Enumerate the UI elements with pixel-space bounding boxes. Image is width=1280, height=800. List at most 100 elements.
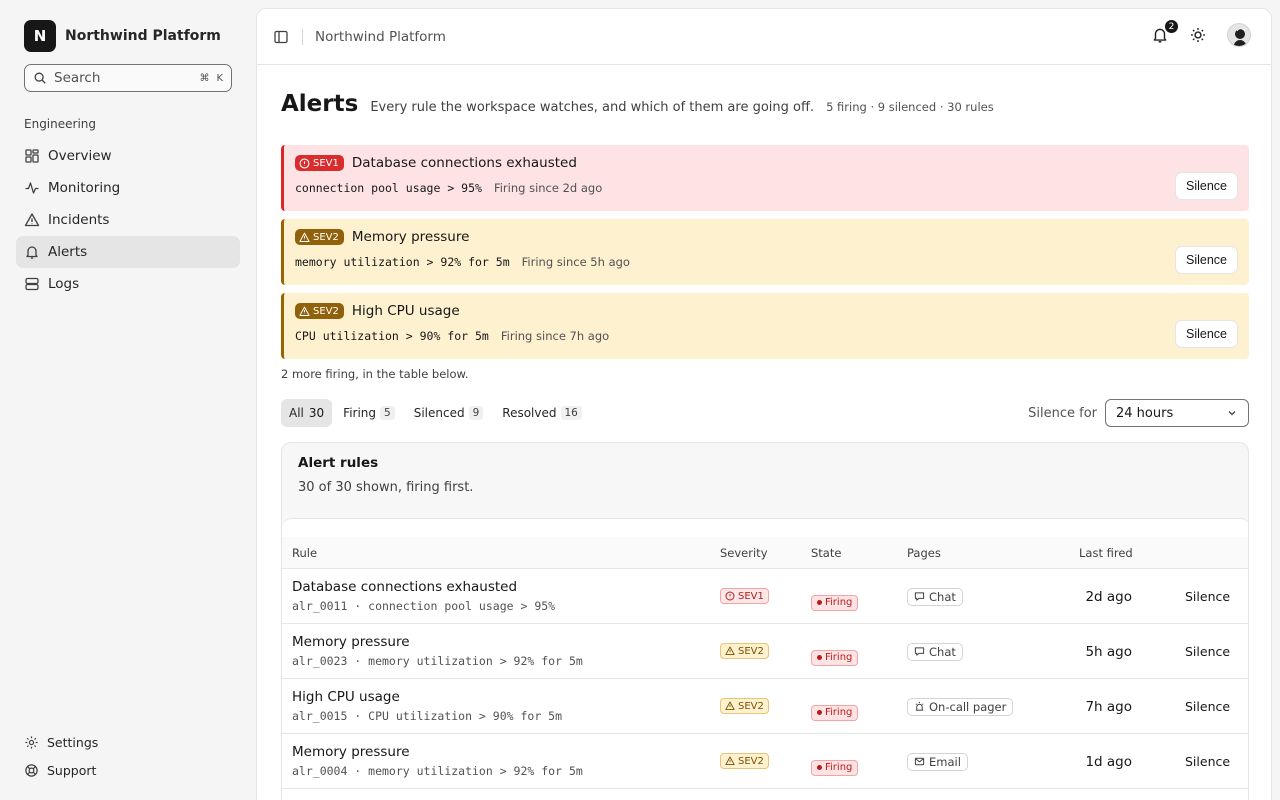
- sidebar-item-label: Logs: [48, 276, 80, 292]
- search-placeholder: Search: [54, 70, 101, 86]
- state-dot: [817, 710, 822, 715]
- table-row[interactable]: Database connections exhausted alr_0011 …: [282, 569, 1248, 624]
- lifebuoy-icon: [24, 763, 39, 778]
- sidebar-item-label: Alerts: [48, 244, 88, 260]
- warning-triangle-icon: [299, 232, 310, 242]
- silence-button[interactable]: Silence: [1185, 589, 1230, 604]
- pages-channel-badge: On-call pager: [907, 697, 1014, 716]
- page-description: Every rule the workspace watches, and wh…: [370, 100, 815, 115]
- tab-count: 9: [468, 406, 484, 420]
- filter-tabs: All 30 Firing 5 Silenced 9 Resolved 16: [281, 399, 593, 427]
- tab-count: 16: [560, 406, 582, 420]
- tab-all[interactable]: All 30: [281, 399, 333, 427]
- sidebar-item-incidents[interactable]: Incidents: [16, 204, 240, 236]
- tab-label: Firing: [343, 406, 377, 420]
- page-title: Alerts: [281, 91, 359, 117]
- table-row[interactable]: Memory pressure alr_0023 · memory utiliz…: [282, 624, 1248, 679]
- workspace-brand[interactable]: N Northwind Platform: [24, 20, 221, 52]
- rule-name[interactable]: Memory pressure: [292, 744, 583, 760]
- column-header-severity[interactable]: Severity: [720, 546, 768, 560]
- notifications-button[interactable]: 2: [1151, 19, 1179, 44]
- alert-circle-icon: [725, 591, 735, 601]
- sidebar-item-logs[interactable]: Logs: [16, 268, 240, 300]
- mail-icon: [914, 757, 925, 766]
- card-subtitle: 30 of 30 shown, firing first.: [298, 480, 474, 495]
- theme-toggle-button[interactable]: [1189, 26, 1207, 44]
- alert-rules-table: Rule Severity State Pages Last fired Dat…: [282, 518, 1248, 800]
- bell-icon: [24, 244, 40, 260]
- rule-name[interactable]: Database connections exhausted: [292, 579, 555, 595]
- column-header-pages[interactable]: Pages: [907, 546, 941, 560]
- silence-duration-select[interactable]: 24 hours: [1105, 399, 1249, 427]
- select-value: 24 hours: [1116, 405, 1174, 421]
- tab-silenced[interactable]: Silenced 9: [406, 399, 492, 427]
- severity-badge: SEV2: [720, 643, 769, 659]
- state-label: Firing: [825, 652, 853, 663]
- severity-badge: SEV2: [720, 753, 769, 769]
- silence-button[interactable]: Silence: [1185, 754, 1230, 769]
- tab-resolved[interactable]: Resolved 16: [494, 399, 590, 427]
- more-firing-note: 2 more firing, in the table below.: [281, 367, 469, 381]
- firing-alert-banner: SEV2 Memory pressure memory utilization …: [281, 219, 1249, 285]
- sidebar-item-settings[interactable]: Settings: [16, 728, 240, 756]
- last-fired: 2d ago: [1085, 589, 1132, 605]
- breadcrumb[interactable]: Northwind Platform: [315, 29, 446, 45]
- activity-icon: [24, 180, 40, 196]
- warning-triangle-icon: [725, 701, 735, 711]
- sidebar-section-label: Engineering: [24, 117, 96, 131]
- tab-firing[interactable]: Firing 5: [335, 399, 403, 427]
- state-badge: Firing: [811, 649, 859, 666]
- sidebar-item-alerts[interactable]: Alerts: [16, 236, 240, 268]
- table-row[interactable]: High CPU usage alr_0015 · CPU utilizatio…: [282, 679, 1248, 734]
- rule-name[interactable]: Memory pressure: [292, 634, 583, 650]
- state-badge: Firing: [811, 594, 859, 611]
- silence-button[interactable]: Silence: [1175, 172, 1238, 200]
- severity-label: SEV1: [313, 157, 339, 169]
- silence-button[interactable]: Silence: [1185, 644, 1230, 659]
- avatar-image: [1233, 28, 1247, 46]
- banner-title: High CPU usage: [351, 303, 460, 319]
- pages-label: Chat: [929, 644, 956, 659]
- banner-expression: memory utilization > 92% for 5m: [295, 255, 510, 269]
- last-fired: 7h ago: [1085, 699, 1132, 715]
- column-header-last-fired[interactable]: Last fired: [1079, 546, 1133, 560]
- silence-button[interactable]: Silence: [1175, 320, 1238, 348]
- pages-channel-badge: Email: [907, 752, 968, 771]
- severity-badge: SEV2: [720, 698, 769, 714]
- silence-button[interactable]: Silence: [1175, 246, 1238, 274]
- firing-alert-banner: SEV1 Database connections exhausted conn…: [281, 145, 1249, 211]
- severity-label: SEV2: [313, 305, 339, 317]
- state-dot: [817, 655, 822, 660]
- silence-for-label: Silence for: [1028, 405, 1097, 421]
- state-dot: [817, 765, 822, 770]
- severity-badge: SEV2: [295, 303, 344, 319]
- column-header-rule[interactable]: Rule: [292, 546, 317, 560]
- column-header-state[interactable]: State: [811, 546, 841, 560]
- sidebar-item-label: Settings: [47, 734, 99, 750]
- tab-label: All: [289, 406, 304, 420]
- sidebar-toggle-icon[interactable]: [273, 29, 289, 45]
- search-input[interactable]: Search ⌘ K: [24, 64, 232, 92]
- alert-rules-card: Alert rules 30 of 30 shown, firing first…: [281, 442, 1249, 800]
- sun-icon: [1191, 28, 1205, 42]
- sidebar-item-label: Incidents: [48, 212, 110, 228]
- sidebar-item-label: Support: [47, 762, 97, 778]
- tab-count: 5: [380, 406, 395, 420]
- last-fired: 5h ago: [1085, 644, 1132, 660]
- sidebar-item-support[interactable]: Support: [16, 756, 240, 784]
- severity-label: SEV2: [313, 231, 339, 243]
- sidebar-item-overview[interactable]: Overview: [16, 140, 240, 172]
- user-avatar[interactable]: [1227, 23, 1251, 47]
- page-stats: 5 firing · 9 silenced · 30 rules: [826, 100, 994, 114]
- rule-name[interactable]: High CPU usage: [292, 689, 562, 705]
- banner-since: Firing since 2d ago: [493, 181, 603, 195]
- sidebar-item-monitoring[interactable]: Monitoring: [16, 172, 240, 204]
- shortcut-key: K: [216, 72, 223, 84]
- pages-channel-badge: Chat: [907, 587, 963, 606]
- severity-label: SEV2: [738, 700, 764, 712]
- siren-icon: [915, 701, 924, 711]
- sidebar-footer: Settings Support: [16, 728, 240, 784]
- table-row[interactable]: Memory pressure alr_0004 · memory utiliz…: [282, 734, 1248, 789]
- silence-button[interactable]: Silence: [1185, 699, 1230, 714]
- banner-title: Database connections exhausted: [351, 155, 577, 171]
